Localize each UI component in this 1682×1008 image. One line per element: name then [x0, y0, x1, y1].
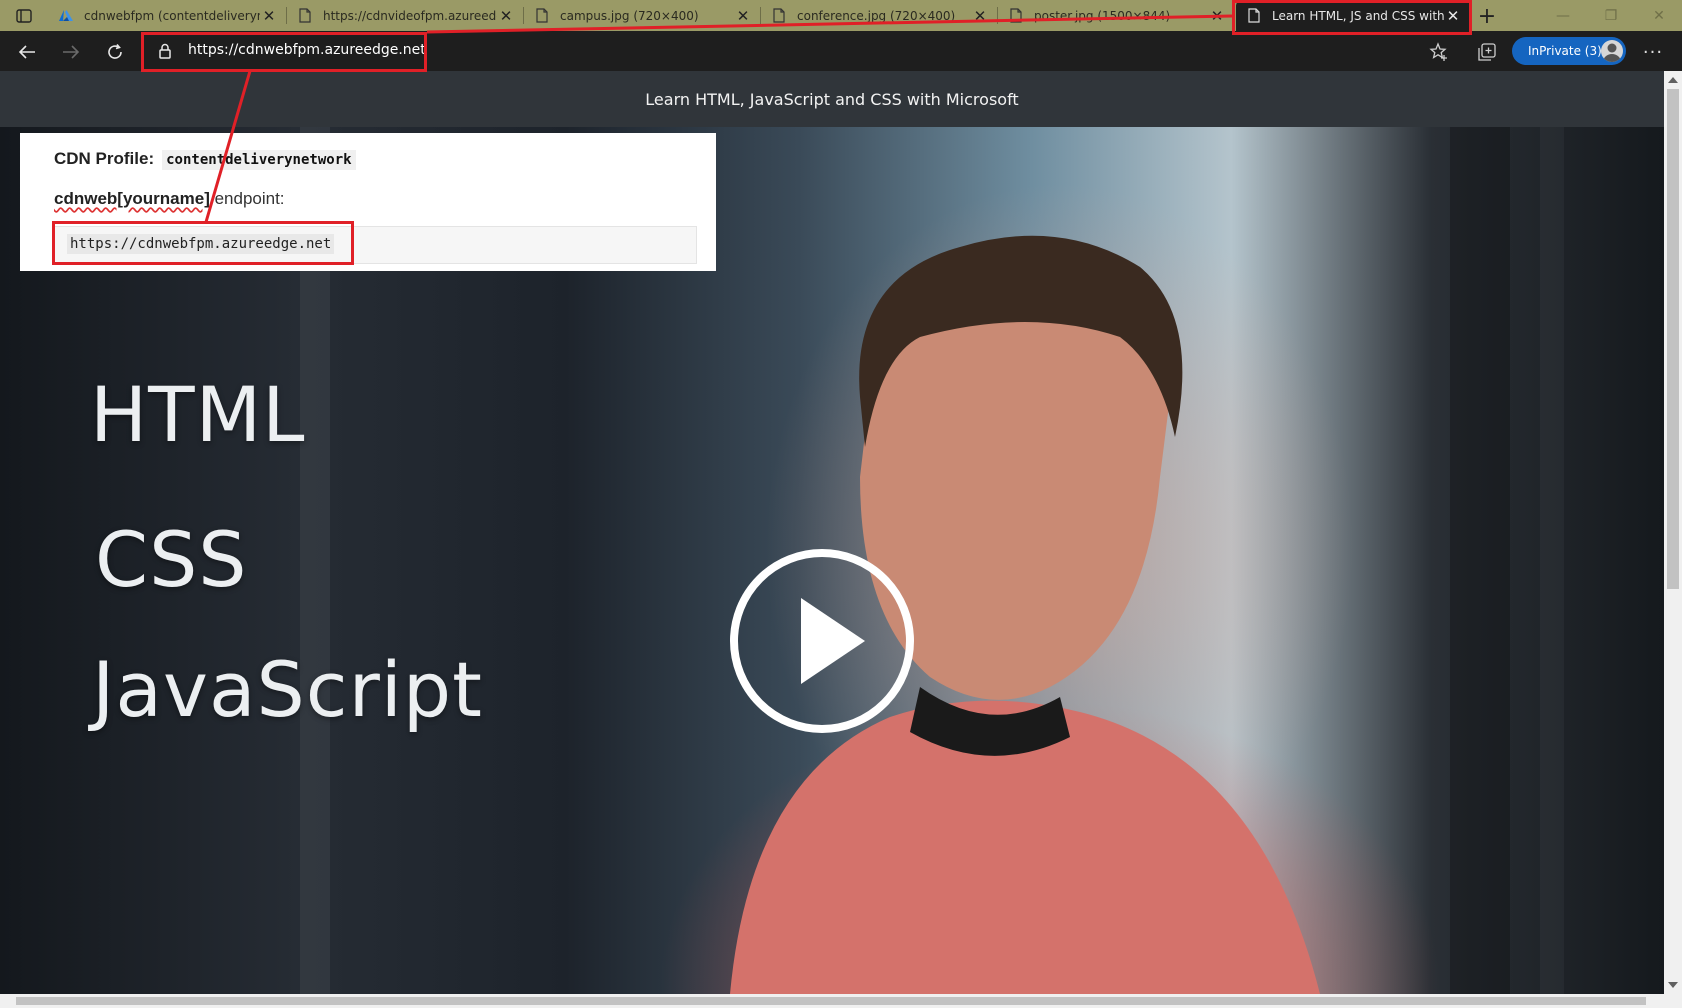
- scrollbar-thumb[interactable]: [1667, 89, 1679, 589]
- tab-actions-icon[interactable]: [8, 6, 40, 26]
- tab-conference-jpg[interactable]: conference.jpg (720×400) ✕: [761, 0, 997, 31]
- endpoint-line: cdnweb[yourname] endpoint:: [54, 189, 285, 209]
- refresh-icon[interactable]: [102, 39, 128, 65]
- horizontal-scrollbar[interactable]: [0, 994, 1682, 1008]
- annotation-box-active-tab: [1232, 0, 1472, 35]
- presenter-image: [730, 235, 1320, 994]
- annotation-box-address: [141, 32, 427, 72]
- video-word-javascript: JavaScript: [92, 645, 483, 734]
- video-word-html: HTML: [90, 370, 306, 459]
- vertical-scrollbar[interactable]: [1664, 71, 1682, 994]
- close-icon[interactable]: ✕: [1208, 7, 1226, 25]
- close-icon[interactable]: ✕: [260, 7, 278, 25]
- tab-title: https://cdnvideofpm.azureedge: [323, 8, 497, 23]
- close-icon[interactable]: ✕: [734, 7, 752, 25]
- scroll-up-icon[interactable]: [1668, 77, 1678, 83]
- play-icon: [730, 549, 914, 733]
- inprivate-button[interactable]: InPrivate (3): [1512, 37, 1626, 65]
- video-word-css: CSS: [95, 515, 248, 604]
- page-icon: [1008, 8, 1024, 24]
- new-tab-icon[interactable]: +: [1476, 4, 1498, 29]
- close-icon[interactable]: ✕: [971, 7, 989, 25]
- close-window-icon[interactable]: ✕: [1636, 0, 1682, 31]
- page-icon: [297, 8, 313, 24]
- annotation-box-endpoint: [52, 221, 354, 265]
- background-stripe: [1540, 127, 1564, 994]
- tab-title: cdnwebfpm (contentdeliverynet: [84, 8, 260, 23]
- restore-icon[interactable]: ❐: [1588, 0, 1634, 31]
- endpoint-suffix: endpoint:: [209, 189, 285, 208]
- close-icon[interactable]: ✕: [497, 7, 515, 25]
- azure-icon: [58, 8, 74, 24]
- cdn-profile-value: contentdeliverynetwork: [162, 150, 356, 170]
- page-icon: [771, 8, 787, 24]
- add-favorite-icon[interactable]: [1426, 39, 1452, 65]
- tab-poster-jpg[interactable]: poster.jpg (1500×844) ✕: [998, 0, 1234, 31]
- more-options-icon[interactable]: ···: [1640, 39, 1666, 65]
- inprivate-label: InPrivate (3): [1528, 44, 1602, 58]
- tab-cdnwebfpm[interactable]: cdnwebfpm (contentdeliverynet ✕: [48, 0, 286, 31]
- tab-title: poster.jpg (1500×844): [1034, 8, 1171, 23]
- collections-icon[interactable]: [1474, 39, 1500, 65]
- back-icon[interactable]: [14, 39, 40, 65]
- forward-icon[interactable]: [58, 39, 84, 65]
- cdn-profile-label: CDN Profile:: [54, 149, 155, 168]
- minimize-icon[interactable]: —: [1540, 0, 1586, 31]
- endpoint-name: cdnweb[yourname]: [54, 189, 210, 208]
- scrollbar-thumb[interactable]: [16, 997, 1646, 1005]
- play-button[interactable]: [727, 546, 917, 736]
- tab-cdnvideofpm[interactable]: https://cdnvideofpm.azureedge ✕: [287, 0, 523, 31]
- page-icon: [534, 8, 550, 24]
- cdn-profile-line: CDN Profile: contentdeliverynetwork: [54, 149, 356, 170]
- avatar: [1601, 40, 1623, 62]
- page-title: Learn HTML, JavaScript and CSS with Micr…: [0, 71, 1664, 127]
- tab-title: conference.jpg (720×400): [797, 8, 956, 23]
- scroll-down-icon[interactable]: [1668, 982, 1678, 988]
- tab-campus-jpg[interactable]: campus.jpg (720×400) ✕: [524, 0, 760, 31]
- tab-title: campus.jpg (720×400): [560, 8, 699, 23]
